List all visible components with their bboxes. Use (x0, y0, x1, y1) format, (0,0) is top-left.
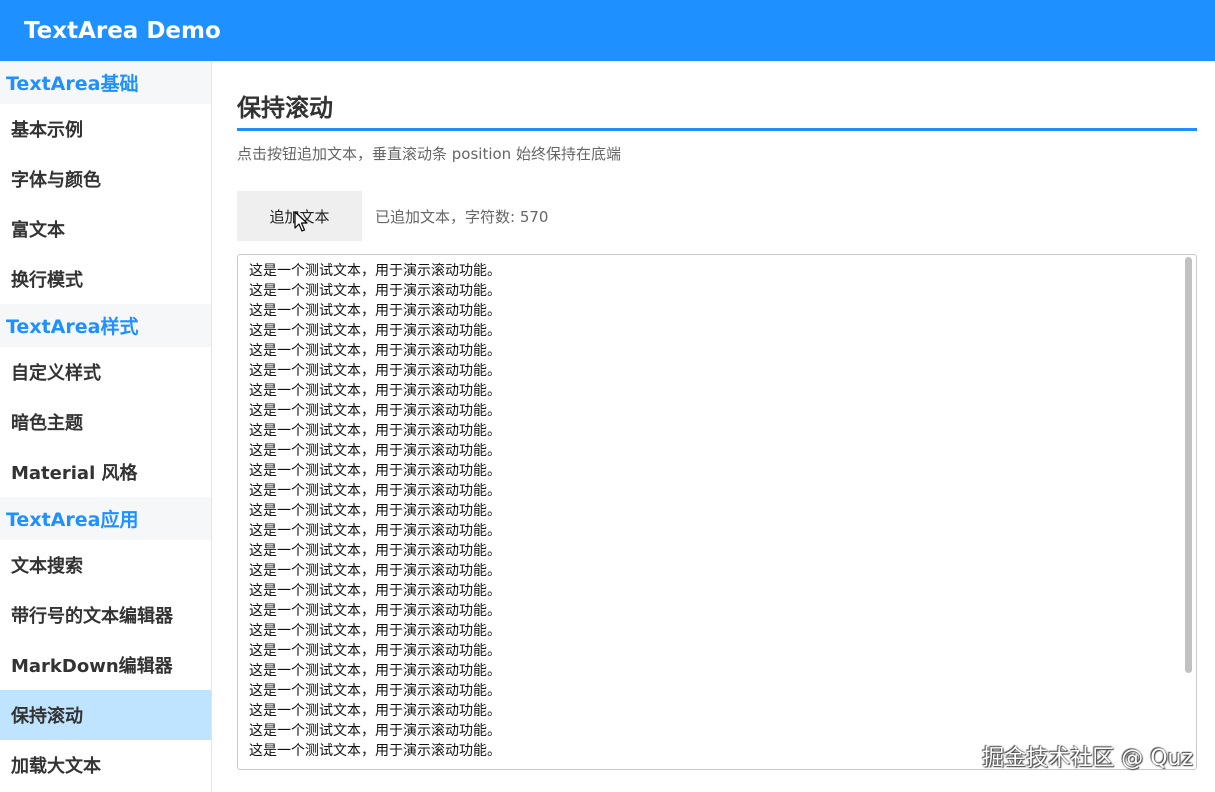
textarea-line: 这是一个测试文本，用于演示滚动功能。 (249, 703, 501, 719)
app-title: TextArea Demo (24, 17, 221, 44)
sidebar-group-styles: TextArea样式 (0, 304, 211, 347)
textarea-line: 这是一个测试文本，用于演示滚动功能。 (249, 323, 501, 339)
textarea-line: 这是一个测试文本，用于演示滚动功能。 (249, 403, 501, 419)
sidebar: TextArea基础 基本示例 字体与颜色 富文本 换行模式 TextArea样… (0, 61, 212, 792)
textarea-line: 这是一个测试文本，用于演示滚动功能。 (249, 383, 501, 399)
textarea-line: 这是一个测试文本，用于演示滚动功能。 (249, 643, 501, 659)
sidebar-item-load-large-text[interactable]: 加载大文本 (0, 740, 211, 790)
page-title: 保持滚动 (237, 94, 333, 122)
textarea-line: 这是一个测试文本，用于演示滚动功能。 (249, 303, 501, 319)
textarea-line: 这是一个测试文本，用于演示滚动功能。 (249, 283, 501, 299)
textarea-line: 这是一个测试文本，用于演示滚动功能。 (249, 443, 501, 459)
textarea-line: 这是一个测试文本，用于演示滚动功能。 (249, 503, 501, 519)
textarea-line: 这是一个测试文本，用于演示滚动功能。 (249, 343, 501, 359)
textarea-line: 这是一个测试文本，用于演示滚动功能。 (249, 583, 501, 599)
mouse-pointer-icon (294, 211, 308, 232)
sidebar-item-keep-scroll[interactable]: 保持滚动 (0, 690, 211, 740)
textarea-line: 这是一个测试文本，用于演示滚动功能。 (249, 603, 501, 619)
scrollbar-thumb[interactable] (1185, 257, 1192, 673)
textarea-line: 这是一个测试文本，用于演示滚动功能。 (249, 563, 501, 579)
textarea-line: 这是一个测试文本，用于演示滚动功能。 (249, 743, 501, 759)
textarea-line: 这是一个测试文本，用于演示滚动功能。 (249, 683, 501, 699)
textarea-line: 这是一个测试文本，用于演示滚动功能。 (249, 543, 501, 559)
watermark: 掘金技术社区 @ Quz (982, 746, 1193, 771)
sidebar-item-wrap-mode[interactable]: 换行模式 (0, 254, 211, 304)
title-divider (237, 128, 1197, 131)
scroll-textarea[interactable]: 这是一个测试文本，用于演示滚动功能。 这是一个测试文本，用于演示滚动功能。 这是一个… (237, 254, 1197, 770)
sidebar-item-markdown-editor[interactable]: MarkDown编辑器 (0, 640, 211, 690)
sidebar-item-line-number-editor[interactable]: 带行号的文本编辑器 (0, 590, 211, 640)
textarea-line: 这是一个测试文本，用于演示滚动功能。 (249, 263, 501, 279)
sidebar-group-applications: TextArea应用 (0, 497, 211, 540)
textarea-line: 这是一个测试文本，用于演示滚动功能。 (249, 483, 501, 499)
main-content: 保持滚动 点击按钮追加文本，垂直滚动条 position 始终保持在底端 追加文… (237, 61, 1198, 792)
sidebar-item-rich-text[interactable]: 富文本 (0, 204, 211, 254)
app-header: TextArea Demo (0, 0, 1215, 61)
sidebar-item-font-color[interactable]: 字体与颜色 (0, 154, 211, 204)
textarea-line: 这是一个测试文本，用于演示滚动功能。 (249, 363, 501, 379)
textarea-line: 这是一个测试文本，用于演示滚动功能。 (249, 423, 501, 439)
sidebar-item-text-search[interactable]: 文本搜索 (0, 540, 211, 590)
sidebar-group-basics: TextArea基础 (0, 61, 211, 104)
textarea-line: 这是一个测试文本，用于演示滚动功能。 (249, 523, 501, 539)
sidebar-item-basic-example[interactable]: 基本示例 (0, 104, 211, 154)
textarea-content: 这是一个测试文本，用于演示滚动功能。 这是一个测试文本，用于演示滚动功能。 这是一个… (249, 261, 501, 761)
status-text: 已追加文本，字符数: 570 (375, 208, 549, 226)
sidebar-item-custom-style[interactable]: 自定义样式 (0, 347, 211, 397)
textarea-line: 这是一个测试文本，用于演示滚动功能。 (249, 663, 501, 679)
textarea-line: 这是一个测试文本，用于演示滚动功能。 (249, 463, 501, 479)
vertical-scrollbar[interactable] (1185, 257, 1193, 767)
sidebar-item-material-style[interactable]: Material 风格 (0, 447, 211, 497)
textarea-line: 这是一个测试文本，用于演示滚动功能。 (249, 623, 501, 639)
sidebar-item-dark-theme[interactable]: 暗色主题 (0, 397, 211, 447)
textarea-line: 这是一个测试文本，用于演示滚动功能。 (249, 723, 501, 739)
page-description: 点击按钮追加文本，垂直滚动条 position 始终保持在底端 (237, 145, 621, 163)
